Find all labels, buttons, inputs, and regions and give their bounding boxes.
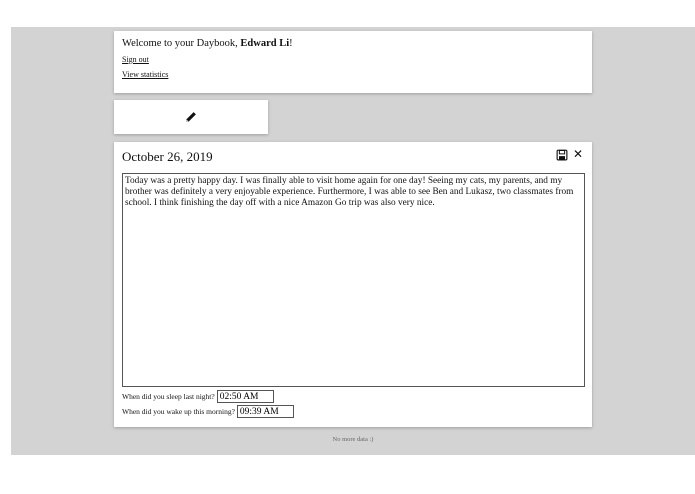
entry-text-area[interactable]: Today was a pretty happy day. I was fina… (122, 173, 585, 387)
user-name: Edward Li (240, 38, 290, 49)
welcome-line: Welcome to your Daybook, Edward Li! (122, 38, 584, 49)
welcome-card: Welcome to your Daybook, Edward Li! Sign… (114, 31, 592, 93)
sleep-time-input[interactable] (216, 390, 274, 403)
sign-out-link[interactable]: Sign out (122, 55, 584, 64)
page-background: Welcome to your Daybook, Edward Li! Sign… (11, 27, 695, 455)
diary-entry-card: October 26, 2019 ✕ Today was a pretty ha… (114, 142, 592, 427)
sleep-time-label: When did you sleep last night? (122, 392, 215, 401)
wake-time-label: When did you wake up this morning? (122, 407, 235, 416)
no-more-data-text: No more data :) (332, 436, 374, 443)
entry-date: October 26, 2019 (122, 149, 213, 164)
close-button[interactable]: ✕ (573, 147, 583, 161)
sleep-time-row: When did you sleep last night? (122, 390, 274, 403)
pencil-icon (186, 112, 196, 122)
view-statistics-link[interactable]: View statistics (122, 70, 584, 79)
new-entry-button[interactable] (114, 100, 268, 134)
welcome-text: Welcome to your Daybook, (122, 38, 241, 49)
welcome-punct: ! (289, 38, 293, 49)
wake-time-input[interactable] (236, 405, 294, 418)
wake-time-row: When did you wake up this morning? (122, 405, 294, 418)
floppy-disk-icon[interactable] (556, 149, 568, 161)
